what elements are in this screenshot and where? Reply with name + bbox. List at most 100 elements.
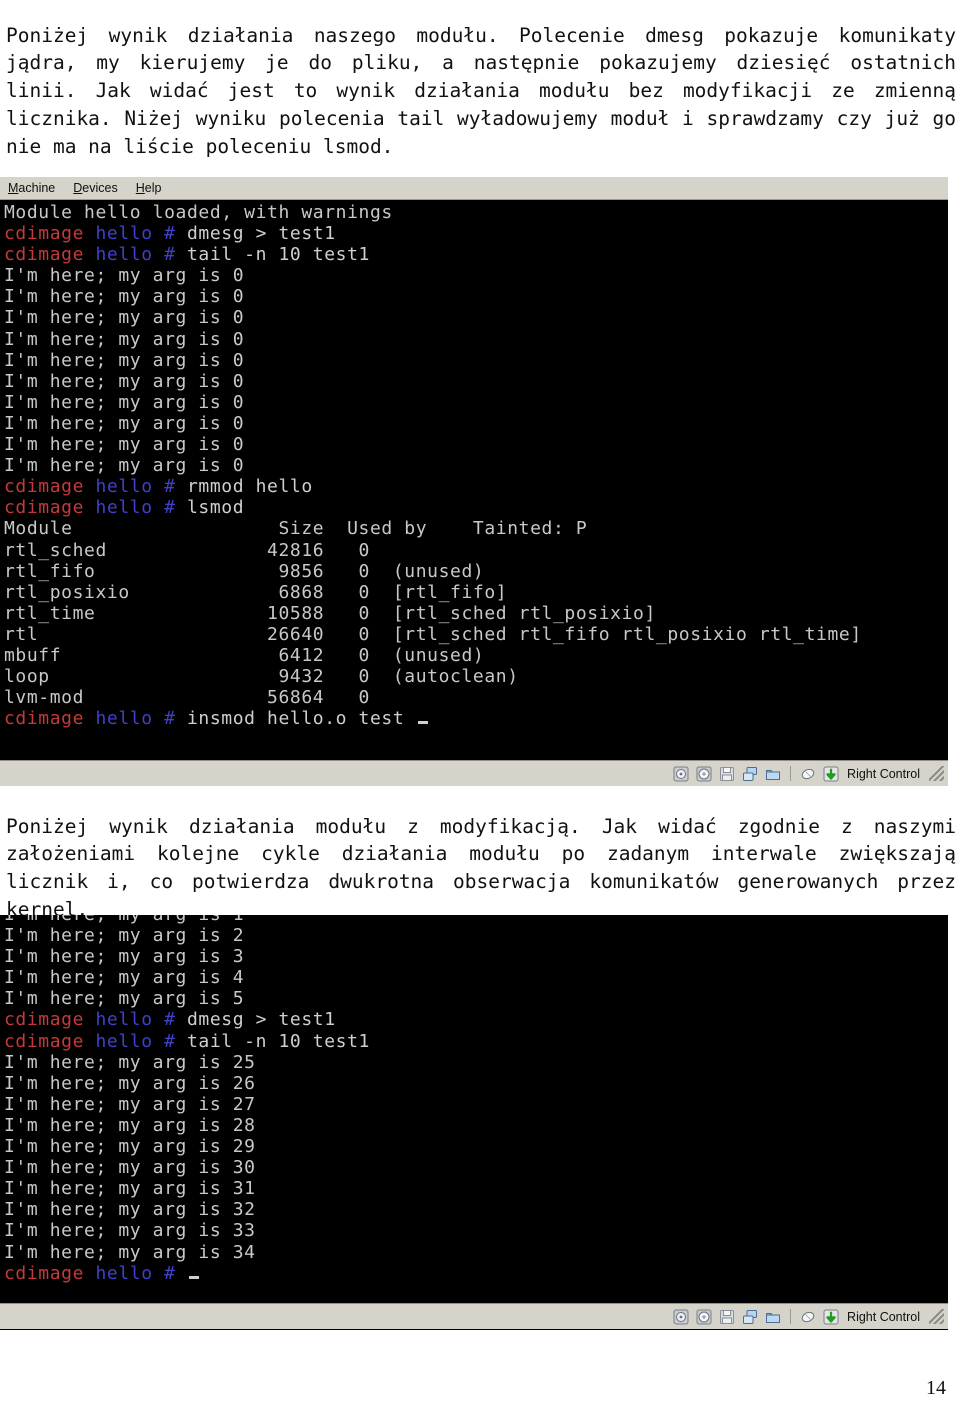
terminal-output-line: rtl_time 10588 0 [rtl_sched rtl_posixio]: [4, 602, 656, 624]
terminal-output-line: I'm here; my arg is 33: [4, 1220, 256, 1242]
prompt-sigil: #: [164, 223, 176, 245]
menu-item-machine-rest: achine: [18, 181, 56, 195]
prompt-directory: hello: [95, 708, 153, 730]
statusbar-separator: [790, 1309, 792, 1324]
prompt-sigil: #: [164, 244, 176, 266]
terminal-output-line: I'm here; my arg is 0: [4, 265, 245, 287]
terminal-screen-first[interactable]: Module hello loaded, with warnings cdimag…: [0, 200, 948, 760]
hostkey-label: Right Control: [847, 766, 920, 781]
hostkey-arrow-icon[interactable]: [822, 765, 840, 783]
hostkey-arrow-icon[interactable]: [822, 1308, 840, 1326]
prompt-sigil: #: [164, 497, 176, 519]
terminal-prompt-line: cdimage hello # tail -n 10 test1: [4, 1031, 948, 1052]
statusbar-separator: [790, 766, 792, 781]
terminal-output-line: I'm here; my arg is 1: [4, 915, 948, 925]
terminal-output-line: I'm here; my arg is 28: [4, 1114, 256, 1136]
terminal-output-line: I'm here; my arg is 4: [4, 967, 245, 989]
mouse-icon[interactable]: [799, 1308, 817, 1326]
prompt-command: tail -n 10 test1: [175, 244, 370, 266]
menu-item-help-rest: elp: [144, 181, 162, 195]
floppy-icon[interactable]: [718, 1308, 736, 1326]
prompt-command: [176, 1263, 187, 1284]
cdrom-icon[interactable]: [695, 1308, 713, 1326]
prompt-directory: hello: [95, 497, 153, 519]
terminal-cursor: [417, 721, 428, 725]
prompt-directory: hello: [95, 244, 153, 266]
terminal-output-line: rtl 26640 0 [rtl_sched rtl_fifo rtl_posi…: [4, 623, 862, 645]
terminal-output-line: I'm here; my arg is 0: [4, 434, 245, 456]
terminal-output-line: I'm here; my arg is 29: [4, 1136, 256, 1158]
page-number: 14: [926, 1377, 946, 1399]
terminal-output-line: Module Size Used by Tainted: P: [4, 518, 588, 540]
network-icon[interactable]: [741, 765, 759, 783]
terminal-prompt-line: cdimage hello # dmesg > test1: [4, 223, 948, 244]
prompt-host: cdimage: [4, 708, 85, 730]
resize-grip[interactable]: [929, 766, 944, 781]
prompt-directory: hello: [95, 476, 153, 498]
terminal-output-line: rtl_fifo 9856 0 (unused): [4, 560, 485, 582]
shared-folder-icon[interactable]: [764, 1308, 782, 1326]
prompt-command: lsmod: [175, 497, 245, 519]
prompt-host: cdimage: [4, 1030, 85, 1052]
terminal-output-line: I'm here; my arg is 34: [4, 1241, 256, 1263]
network-icon[interactable]: [741, 1308, 759, 1326]
resize-grip[interactable]: [929, 1309, 944, 1324]
terminal-output-line: I'm here; my arg is 31: [4, 1178, 256, 1200]
paragraph-intro: Poniżej wynik działania naszego modułu. …: [6, 23, 956, 159]
prompt-command: tail -n 10 test1: [175, 1030, 370, 1052]
prompt-host: cdimage: [4, 1262, 85, 1284]
terminal-output-line: rtl_posixio 6868 0 [rtl_fifo]: [4, 581, 508, 603]
prompt-host: cdimage: [4, 1009, 85, 1031]
prompt-directory: hello: [95, 1262, 153, 1284]
mouse-icon[interactable]: [799, 765, 817, 783]
prompt-host: cdimage: [4, 476, 85, 498]
prompt-sigil: #: [164, 1030, 176, 1052]
terminal-output-line: I'm here; my arg is 0: [4, 286, 245, 308]
terminal-output-line: I'm here; my arg is 2: [4, 925, 245, 947]
terminal-output-line: I'm here; my arg is 0: [4, 349, 245, 371]
shared-folder-icon[interactable]: [764, 765, 782, 783]
harddisk-icon[interactable]: [672, 1308, 690, 1326]
terminal-output-line: I'm here; my arg is 3: [4, 946, 245, 968]
terminal-output-line: I'm here; my arg is 0: [4, 455, 245, 477]
prompt-sigil: #: [164, 708, 176, 730]
terminal-prompt-line: cdimage hello # rmmod hello: [4, 476, 948, 497]
terminal-output-line: loop 9432 0 (autoclean): [4, 666, 519, 688]
menu-item-machine[interactable]: Machine: [8, 181, 55, 195]
prompt-sigil: #: [164, 476, 176, 498]
floppy-icon[interactable]: [718, 765, 736, 783]
virtualbox-window-first: Machine Devices Help Module hello loaded…: [0, 177, 948, 786]
terminal-output-line: I'm here; my arg is 0: [4, 412, 245, 434]
prompt-sigil: #: [164, 1262, 176, 1284]
terminal-output-line: I'm here; my arg is 27: [4, 1093, 256, 1115]
vbox-statusbar-first: Right Control: [0, 760, 948, 786]
paragraph-modified: Poniżej wynik działania modułu z modyfik…: [6, 814, 956, 922]
terminal-prompt-line: cdimage hello # tail -n 10 test1: [4, 244, 948, 265]
terminal-output-line: I'm here; my arg is 0: [4, 370, 245, 392]
terminal-prompt-line: cdimage hello # insmod hello.o test: [4, 708, 948, 729]
prompt-sigil: #: [164, 1009, 176, 1031]
prompt-host: cdimage: [4, 497, 85, 519]
hostkey-label: Right Control: [847, 1309, 920, 1324]
menu-item-devices[interactable]: Devices: [73, 181, 117, 195]
cdrom-icon[interactable]: [695, 765, 713, 783]
terminal-output-line: rtl_sched 42816 0: [4, 539, 370, 561]
terminal-prompt-line: cdimage hello #: [4, 1263, 948, 1284]
terminal-output-line: I'm here; my arg is 30: [4, 1157, 256, 1179]
menu-item-help[interactable]: Help: [136, 181, 162, 195]
terminal-output-line: I'm here; my arg is 32: [4, 1199, 256, 1221]
terminal-prompt-line: cdimage hello # dmesg > test1: [4, 1009, 948, 1030]
virtualbox-window-second: I'm here; my arg is 1I'm here; my arg is…: [0, 915, 948, 1330]
terminal-output-line: I'm here; my arg is 0: [4, 307, 245, 329]
vbox-statusbar-second: Right Control: [0, 1303, 948, 1329]
terminal-cursor: [189, 1275, 199, 1279]
prompt-directory: hello: [95, 223, 153, 245]
prompt-host: cdimage: [4, 223, 85, 245]
harddisk-icon[interactable]: [672, 765, 690, 783]
terminal-output-line: I'm here; my arg is 0: [4, 391, 245, 413]
terminal-output-line: lvm-mod 56864 0: [4, 687, 370, 709]
terminal-output-line: I'm here; my arg is 25: [4, 1051, 256, 1073]
terminal-output-line: I'm here; my arg is 26: [4, 1072, 256, 1094]
terminal-screen-second[interactable]: I'm here; my arg is 1I'm here; my arg is…: [0, 915, 948, 1303]
terminal-prompt-line: cdimage hello # lsmod: [4, 497, 948, 518]
